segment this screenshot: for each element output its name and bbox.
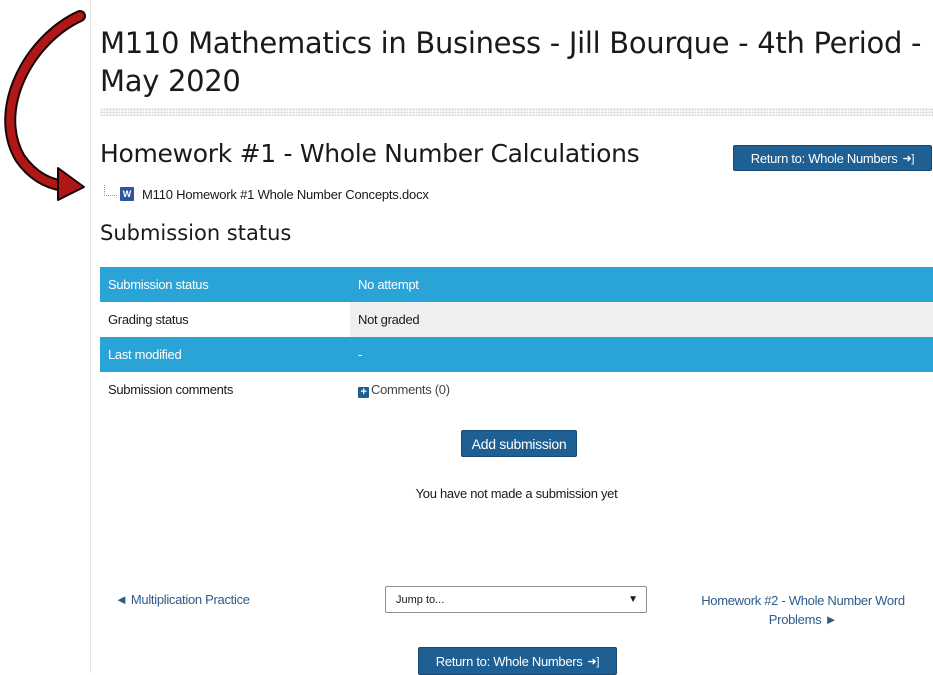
return-button-label: Return to: Whole Numbers	[750, 150, 898, 166]
prev-activity-link[interactable]: ◄ Multiplication Practice	[115, 592, 250, 607]
table-row: Grading status Not graded	[100, 302, 933, 337]
title-separator	[100, 108, 933, 116]
row-label: Last modified	[100, 337, 350, 372]
plus-icon[interactable]: +	[358, 386, 369, 398]
jump-to-select[interactable]: Jump to... ▼	[385, 586, 647, 613]
assignment-title: Homework #1 - Whole Number Calculations	[100, 139, 640, 168]
return-to-section-button-top[interactable]: Return to: Whole Numbers ➜]	[733, 145, 932, 171]
table-row: Last modified -	[100, 337, 933, 372]
attachment-row: W M110 Homework #1 Whole Number Concepts…	[104, 184, 429, 203]
submission-status-heading: Submission status	[100, 221, 292, 245]
row-label: Grading status	[108, 312, 189, 327]
annotation-arrow-icon	[4, 10, 86, 201]
submission-status-table: Submission status No attempt Grading sta…	[100, 267, 933, 407]
course-title: M110 Mathematics in Business - Jill Bour…	[100, 26, 922, 98]
word-doc-icon: W	[120, 187, 134, 201]
next-activity-link[interactable]: Homework #2 - Whole Number Word Problems…	[688, 591, 918, 629]
return-to-section-button-bottom[interactable]: Return to: Whole Numbers ➜]	[418, 647, 617, 675]
sign-in-icon: ➜]	[902, 152, 915, 165]
row-label: Submission status	[100, 267, 350, 302]
tree-connector	[104, 184, 117, 196]
row-value: + Comments (0)	[350, 372, 933, 407]
sign-in-icon: ➜]	[587, 655, 600, 668]
no-submission-message: You have not made a submission yet	[415, 486, 618, 501]
return-button-label: Return to: Whole Numbers	[435, 653, 583, 669]
comments-link[interactable]: Comments (0)	[371, 382, 450, 397]
row-value: Not graded	[350, 302, 933, 337]
table-row: Submission comments + Comments (0)	[100, 372, 933, 407]
attachment-file-link[interactable]: M110 Homework #1 Whole Number Concepts.d…	[142, 187, 429, 202]
jump-to-placeholder: Jump to...	[396, 593, 445, 606]
add-submission-button[interactable]: Add submission	[461, 430, 577, 457]
table-row: Submission status No attempt	[100, 267, 933, 302]
row-value: No attempt	[350, 267, 933, 302]
row-value: -	[350, 337, 933, 372]
row-label: Submission comments	[108, 382, 234, 397]
caret-down-icon: ▼	[628, 594, 638, 605]
